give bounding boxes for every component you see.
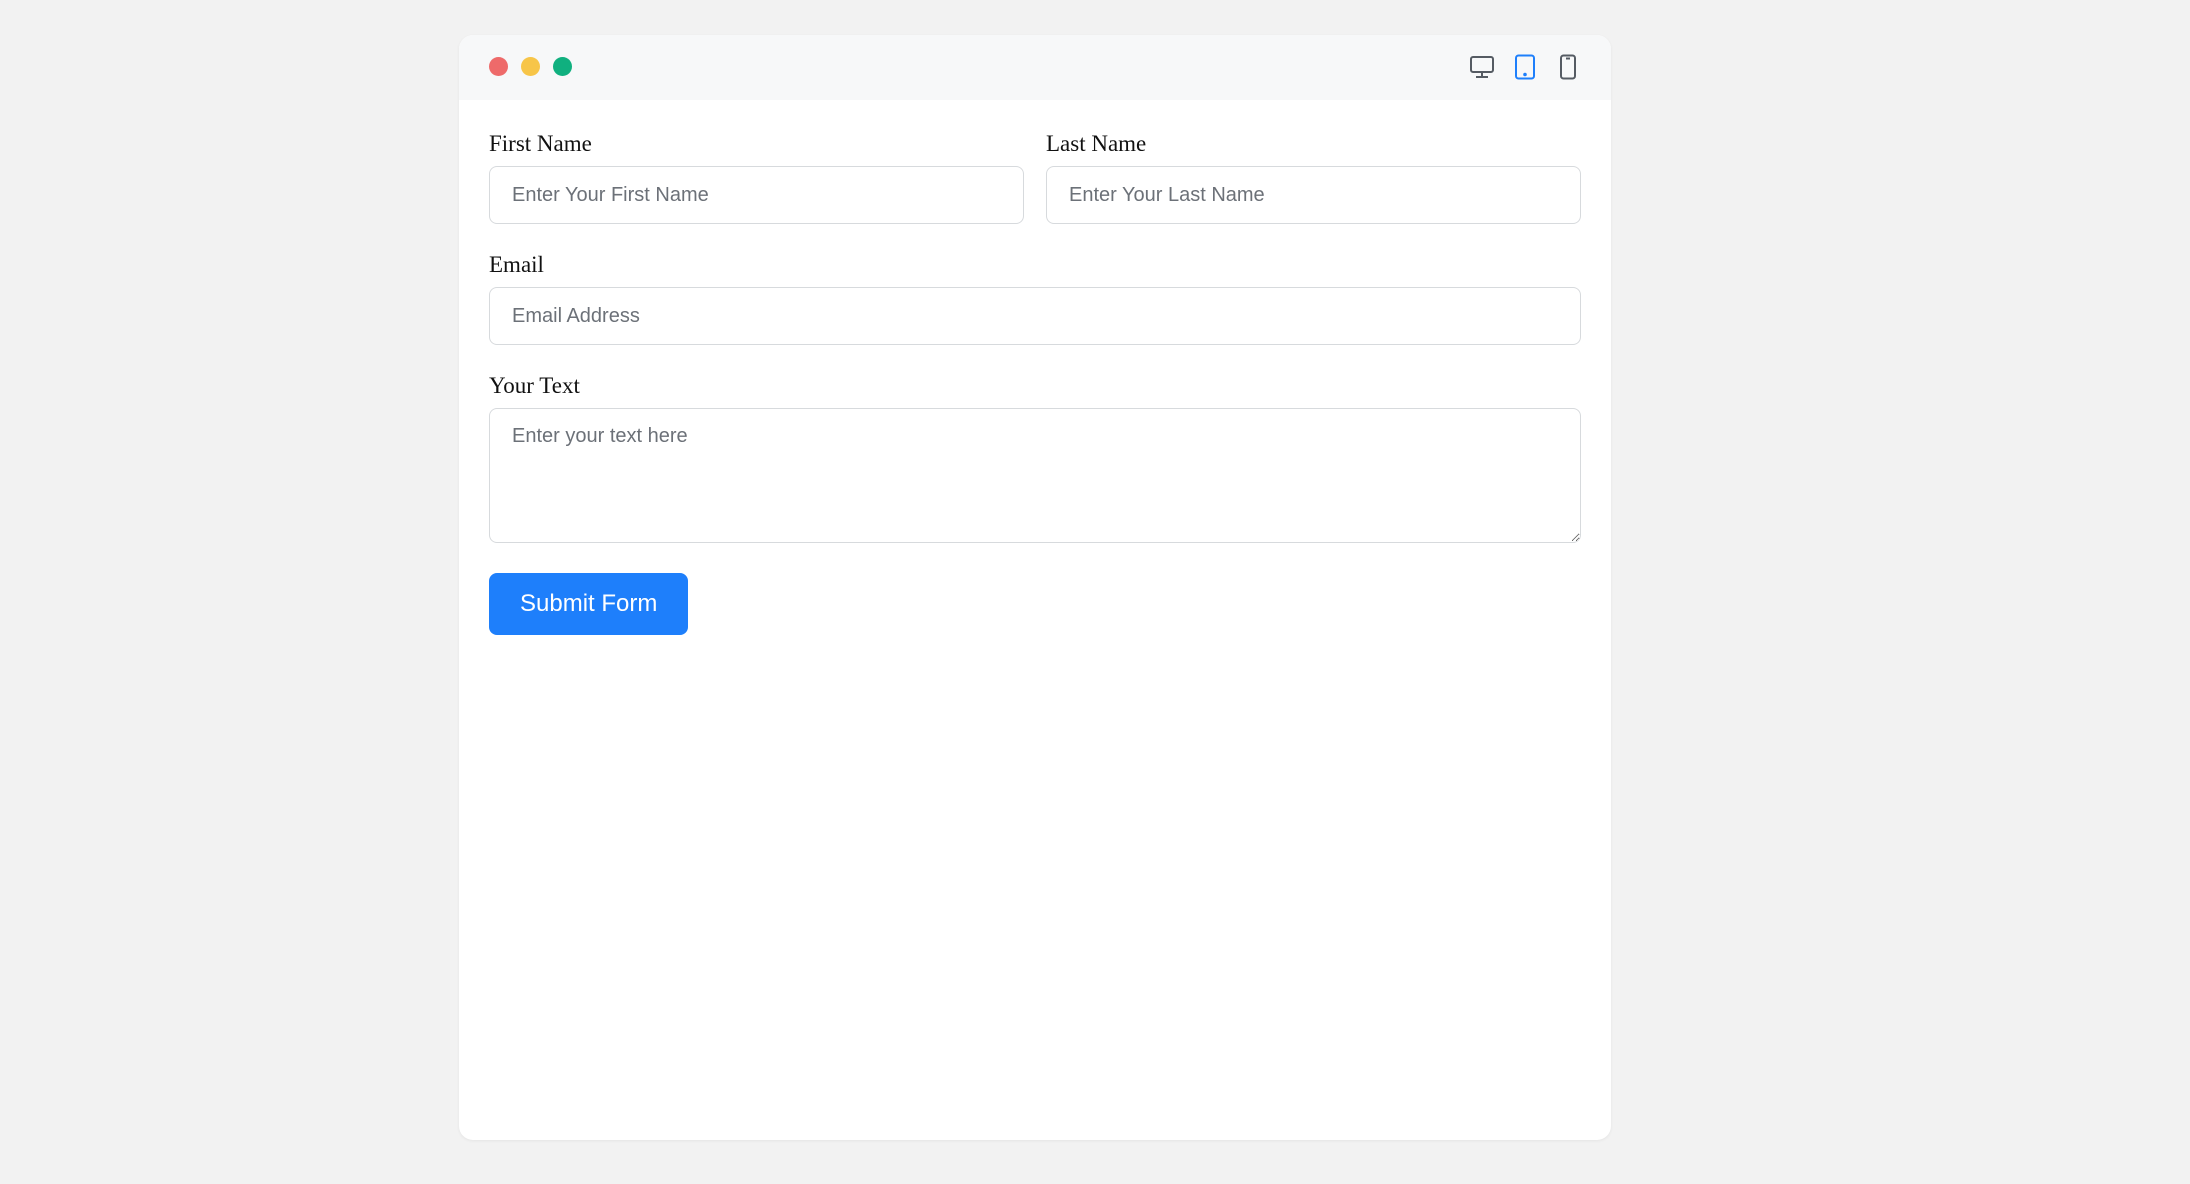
first-name-input[interactable] [489, 166, 1024, 224]
submit-button[interactable]: Submit Form [489, 573, 689, 635]
last-name-label: Last Name [1046, 131, 1147, 156]
your-text-label: Your Text [489, 373, 580, 398]
mobile-icon [1559, 54, 1577, 80]
preview-window: First Name Last Name Email Your Text Sub… [459, 35, 1611, 1140]
form-container: First Name Last Name Email Your Text Sub… [459, 100, 1611, 635]
name-row: First Name Last Name [489, 130, 1581, 224]
email-input[interactable] [489, 287, 1581, 345]
minimize-dot[interactable] [521, 57, 540, 76]
email-label: Email [489, 252, 544, 277]
your-text-group: Your Text [489, 372, 1581, 543]
last-name-group: Last Name [1046, 130, 1581, 224]
first-name-group: First Name [489, 130, 1024, 224]
desktop-view-button[interactable] [1469, 53, 1495, 81]
tablet-icon [1514, 54, 1536, 80]
device-toggle [1469, 53, 1581, 81]
mobile-view-button[interactable] [1555, 53, 1581, 81]
window-titlebar [459, 35, 1611, 100]
your-text-textarea[interactable] [489, 408, 1581, 543]
first-name-label: First Name [489, 131, 592, 156]
tablet-view-button[interactable] [1512, 53, 1538, 81]
close-dot[interactable] [489, 57, 508, 76]
email-group: Email [489, 251, 1581, 345]
maximize-dot[interactable] [553, 57, 572, 76]
desktop-icon [1469, 55, 1495, 79]
last-name-input[interactable] [1046, 166, 1581, 224]
window-controls [489, 57, 572, 76]
